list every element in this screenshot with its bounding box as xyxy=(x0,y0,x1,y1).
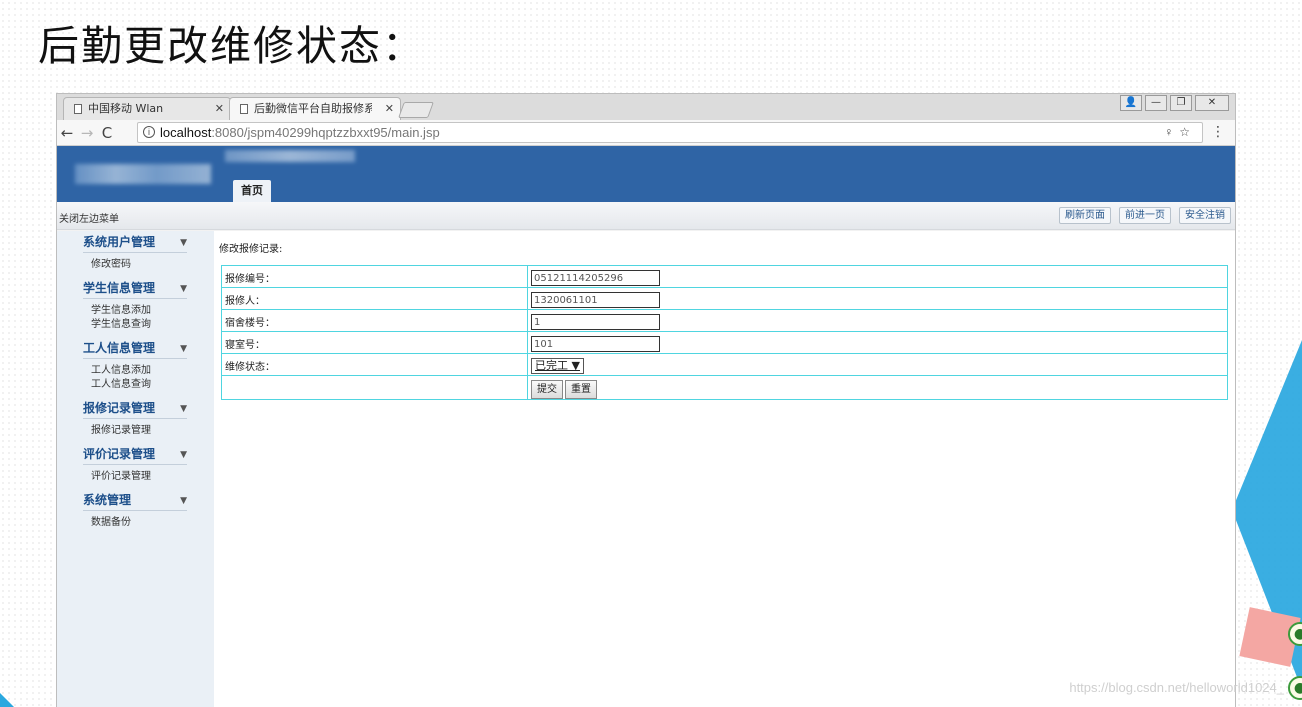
tab-label: 后勤微信平台自助报修系 xyxy=(254,102,372,115)
reload-icon[interactable]: C xyxy=(97,124,117,142)
document-icon xyxy=(74,104,82,114)
menu-dots-icon[interactable]: ⋮ xyxy=(1211,124,1225,140)
close-icon[interactable]: ✕ xyxy=(1195,95,1229,111)
repair-status-select[interactable]: 已完工 ▼ xyxy=(531,358,584,374)
reporter-field[interactable] xyxy=(531,292,660,308)
menu-group-students: 学生信息管理 ▼ 学生信息添加 学生信息查询 xyxy=(83,277,187,337)
document-icon xyxy=(240,104,248,114)
field-label: 寝室号： xyxy=(221,331,528,354)
url-path: :8080/jspm40299hqptzzbxxt95/main.jsp xyxy=(211,125,440,140)
refresh-page-button[interactable]: 刷新页面 xyxy=(1059,207,1111,224)
url-input[interactable]: i localhost:8080/jspm40299hqptzzbxxt95/m… xyxy=(137,122,1203,143)
app-header: 首页 xyxy=(57,146,1235,202)
site-title-blurred xyxy=(225,150,355,162)
table-row: 维修状态： 已完工 ▼ xyxy=(221,353,1228,376)
maximize-icon[interactable]: ❐ xyxy=(1170,95,1192,111)
menu-head-label: 工人信息管理 xyxy=(83,341,156,355)
menu-group-repairs: 报修记录管理 ▼ 报修记录管理 xyxy=(83,397,187,443)
forward-page-button[interactable]: 前进一页 xyxy=(1119,207,1171,224)
repair-status-value: 已完工 xyxy=(535,359,568,372)
empty-cell xyxy=(221,375,528,400)
close-sidebar-link[interactable]: 关闭左边菜单 xyxy=(59,210,119,225)
menu-head-label: 系统管理 xyxy=(83,493,132,507)
chevron-down-icon: ▼ xyxy=(180,344,187,354)
menu-group-system-users: 系统用户管理 ▼ 修改密码 xyxy=(83,231,187,277)
menu-head-label: 报修记录管理 xyxy=(83,401,156,415)
menu-head-label: 评价记录管理 xyxy=(83,447,156,461)
menu-group-evaluations: 评价记录管理 ▼ 评价记录管理 xyxy=(83,443,187,489)
browser-tab-wlan[interactable]: 中国移动 Wlan ✕ xyxy=(63,97,231,120)
minimize-icon[interactable]: — xyxy=(1145,95,1167,111)
table-row: 宿舍楼号： xyxy=(221,309,1228,332)
logout-button[interactable]: 安全注销 xyxy=(1179,207,1231,224)
form-caption: 修改报修记录: xyxy=(219,244,283,255)
table-row: 报修人： xyxy=(221,287,1228,310)
field-label: 宿舍楼号： xyxy=(221,309,528,332)
main-content: 修改报修记录: 报修编号： 报修人： 宿舍楼号： 寝室号： 维修状态： 已 xyxy=(214,231,1235,707)
submit-button[interactable]: 提交 xyxy=(531,380,563,399)
tab-strip: 中国移动 Wlan ✕ 后勤微信平台自助报修系 ✕ 👤 — ❐ ✕ xyxy=(57,94,1235,120)
sidebar-item-change-password[interactable]: 修改密码 xyxy=(91,258,187,272)
reset-button[interactable]: 重置 xyxy=(565,380,597,399)
menu-head-label: 系统用户管理 xyxy=(83,235,156,249)
table-row: 报修编号： xyxy=(221,265,1228,288)
decorative-shape xyxy=(0,693,14,707)
new-tab-button[interactable] xyxy=(398,102,434,118)
tab-close-icon[interactable]: ✕ xyxy=(215,98,224,120)
nav-home-tab[interactable]: 首页 xyxy=(233,180,271,202)
chevron-down-icon: ▼ xyxy=(180,450,187,460)
table-row: 寝室号： xyxy=(221,331,1228,354)
decorative-badge-icon: ● xyxy=(1288,676,1302,700)
menu-head[interactable]: 学生信息管理 ▼ xyxy=(83,277,187,299)
sidebar-item-data-backup[interactable]: 数据备份 xyxy=(91,516,187,530)
browser-tab-active[interactable]: 后勤微信平台自助报修系 ✕ xyxy=(229,97,401,120)
app-toolbar: 关闭左边菜单 刷新页面 前进一页 安全注销 xyxy=(57,202,1235,230)
sidebar-item-worker-add[interactable]: 工人信息添加 xyxy=(91,364,187,378)
room-number-field[interactable] xyxy=(531,336,660,352)
menu-head[interactable]: 报修记录管理 ▼ xyxy=(83,397,187,419)
field-label: 报修人： xyxy=(221,287,528,310)
menu-head[interactable]: 系统管理 ▼ xyxy=(83,489,187,511)
field-label: 报修编号： xyxy=(221,265,528,288)
window-controls: 👤 — ❐ ✕ xyxy=(1120,95,1229,111)
chevron-down-icon: ▼ xyxy=(180,404,187,414)
forward-arrow-icon[interactable]: → xyxy=(77,124,97,142)
person-icon[interactable]: 👤 xyxy=(1120,95,1142,111)
sidebar-item-student-query[interactable]: 学生信息查询 xyxy=(91,318,187,332)
chevron-down-icon: ▼ xyxy=(180,496,187,506)
tab-label: 中国移动 Wlan xyxy=(88,102,164,115)
chevron-down-icon: ▼ xyxy=(180,238,187,248)
field-label: 维修状态： xyxy=(221,353,528,376)
repair-number-field[interactable] xyxy=(531,270,660,286)
menu-group-workers: 工人信息管理 ▼ 工人信息添加 工人信息查询 xyxy=(83,337,187,397)
menu-head[interactable]: 评价记录管理 ▼ xyxy=(83,443,187,465)
dorm-building-field[interactable] xyxy=(531,314,660,330)
address-bar: ← → C i localhost:8080/jspm40299hqptzzbx… xyxy=(57,120,1235,146)
sidebar-item-evaluation-records[interactable]: 评价记录管理 xyxy=(91,470,187,484)
sidebar: 系统用户管理 ▼ 修改密码 学生信息管理 ▼ 学生信息添加 学生信息查询 工人信息管… xyxy=(57,231,214,707)
tab-close-icon[interactable]: ✕ xyxy=(385,98,394,120)
watermark: https://blog.csdn.net/helloworld1024_ xyxy=(1069,680,1284,695)
bookmark-star-icon[interactable]: ♀☆ xyxy=(1164,123,1196,142)
chevron-down-icon: ▼ xyxy=(180,284,187,294)
slide-title: 后勤更改维修状态： xyxy=(38,22,425,70)
chevron-down-icon: ▼ xyxy=(571,359,580,372)
sidebar-item-worker-query[interactable]: 工人信息查询 xyxy=(91,378,187,392)
toolbar-buttons: 刷新页面 前进一页 安全注销 xyxy=(1059,207,1231,224)
sidebar-item-repair-records[interactable]: 报修记录管理 xyxy=(91,424,187,438)
menu-head[interactable]: 工人信息管理 ▼ xyxy=(83,337,187,359)
table-row: 提交 重置 xyxy=(221,375,1228,400)
back-arrow-icon[interactable]: ← xyxy=(57,124,77,142)
sidebar-item-student-add[interactable]: 学生信息添加 xyxy=(91,304,187,318)
menu-head[interactable]: 系统用户管理 ▼ xyxy=(83,231,187,253)
logo-blurred xyxy=(75,164,211,184)
browser-window: 中国移动 Wlan ✕ 后勤微信平台自助报修系 ✕ 👤 — ❐ ✕ ← → C … xyxy=(56,93,1236,707)
menu-head-label: 学生信息管理 xyxy=(83,281,156,295)
edit-repair-form: 报修编号： 报修人： 宿舍楼号： 寝室号： 维修状态： 已完工 ▼ xyxy=(221,265,1228,400)
menu-group-system: 系统管理 ▼ 数据备份 xyxy=(83,489,187,535)
info-icon[interactable]: i xyxy=(143,126,155,138)
url-host: localhost xyxy=(160,125,212,140)
